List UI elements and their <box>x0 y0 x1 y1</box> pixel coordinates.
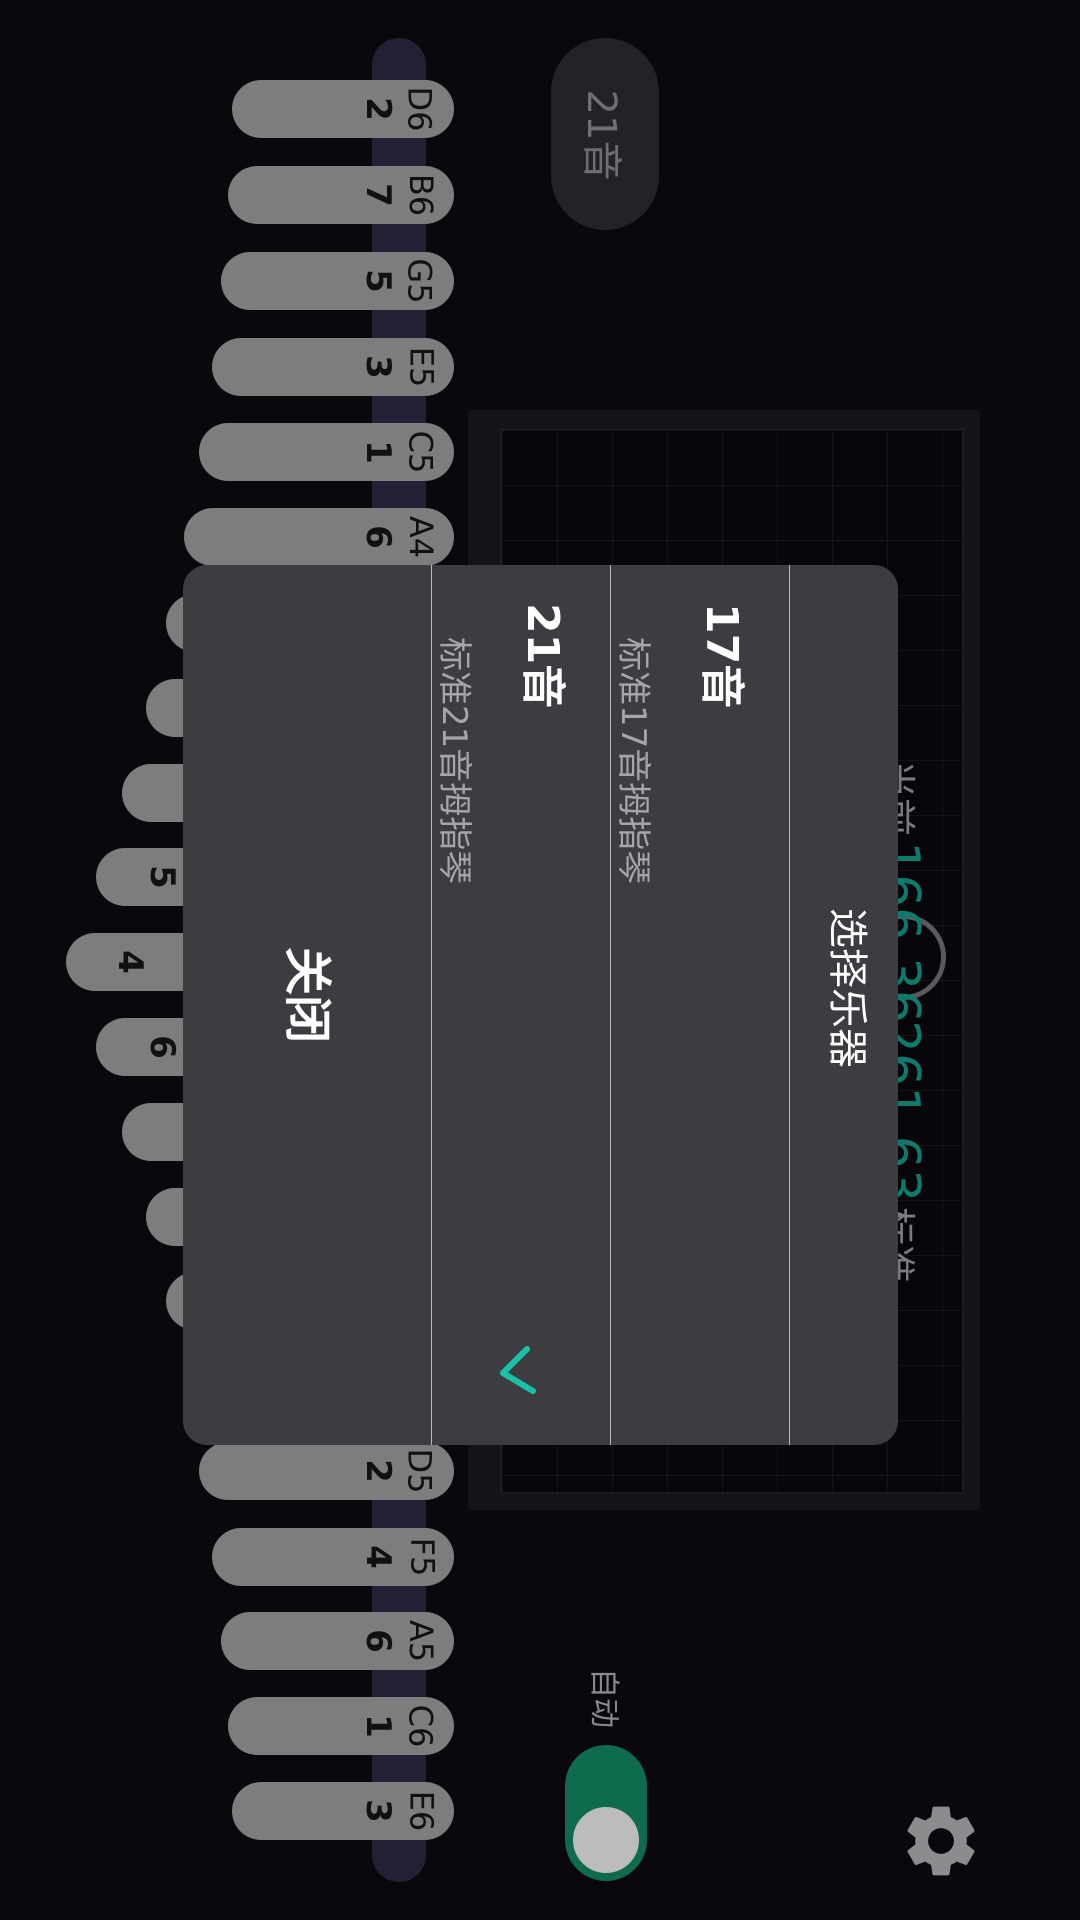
close-button[interactable]: 关闭 <box>183 565 431 1445</box>
auto-toggle[interactable] <box>565 1745 647 1881</box>
instrument-dialog: 选择乐器 17音 标准17音拇指琴 21音 标准21音拇指琴 关闭 <box>183 565 898 1445</box>
option-21[interactable]: 21音 标准21音拇指琴 <box>432 565 610 1445</box>
divider <box>789 565 790 1445</box>
tine-key-d6[interactable]: D6 2 <box>232 80 454 138</box>
option-title: 17音 <box>696 603 747 709</box>
auto-label: 自动 <box>586 1668 621 1728</box>
tine-key-f5[interactable]: F5 4 <box>212 1528 454 1586</box>
tine-key-d5[interactable]: D5 2 <box>199 1442 454 1500</box>
tine-key-g5[interactable]: G5 5 <box>221 252 454 310</box>
tine-key-a5[interactable]: A5 6 <box>221 1612 454 1670</box>
close-label: 关闭 <box>279 946 335 1043</box>
option-subtitle: 标准21音拇指琴 <box>434 637 474 885</box>
option-title: 21音 <box>517 603 568 709</box>
tine-key-c6[interactable]: C6 1 <box>228 1697 454 1755</box>
tine-key-b6[interactable]: B6 7 <box>228 166 454 224</box>
toggle-knob[interactable] <box>573 1807 639 1873</box>
mode-pill-label: 21音 <box>578 89 624 181</box>
option-17[interactable]: 17音 标准17音拇指琴 <box>611 565 789 1445</box>
option-subtitle: 标准17音拇指琴 <box>613 637 653 885</box>
tine-key-e6[interactable]: E6 3 <box>232 1782 454 1840</box>
tine-key-c5[interactable]: C5 1 <box>199 423 454 481</box>
tine-key-a4[interactable]: A4 6 <box>184 508 454 566</box>
mode-pill[interactable]: 21音 <box>551 38 659 230</box>
tine-key-e5[interactable]: E5 3 <box>212 338 454 396</box>
dialog-title: 选择乐器 <box>824 908 870 1068</box>
checkmark-icon <box>500 1346 536 1394</box>
gear-icon[interactable] <box>898 1798 984 1884</box>
